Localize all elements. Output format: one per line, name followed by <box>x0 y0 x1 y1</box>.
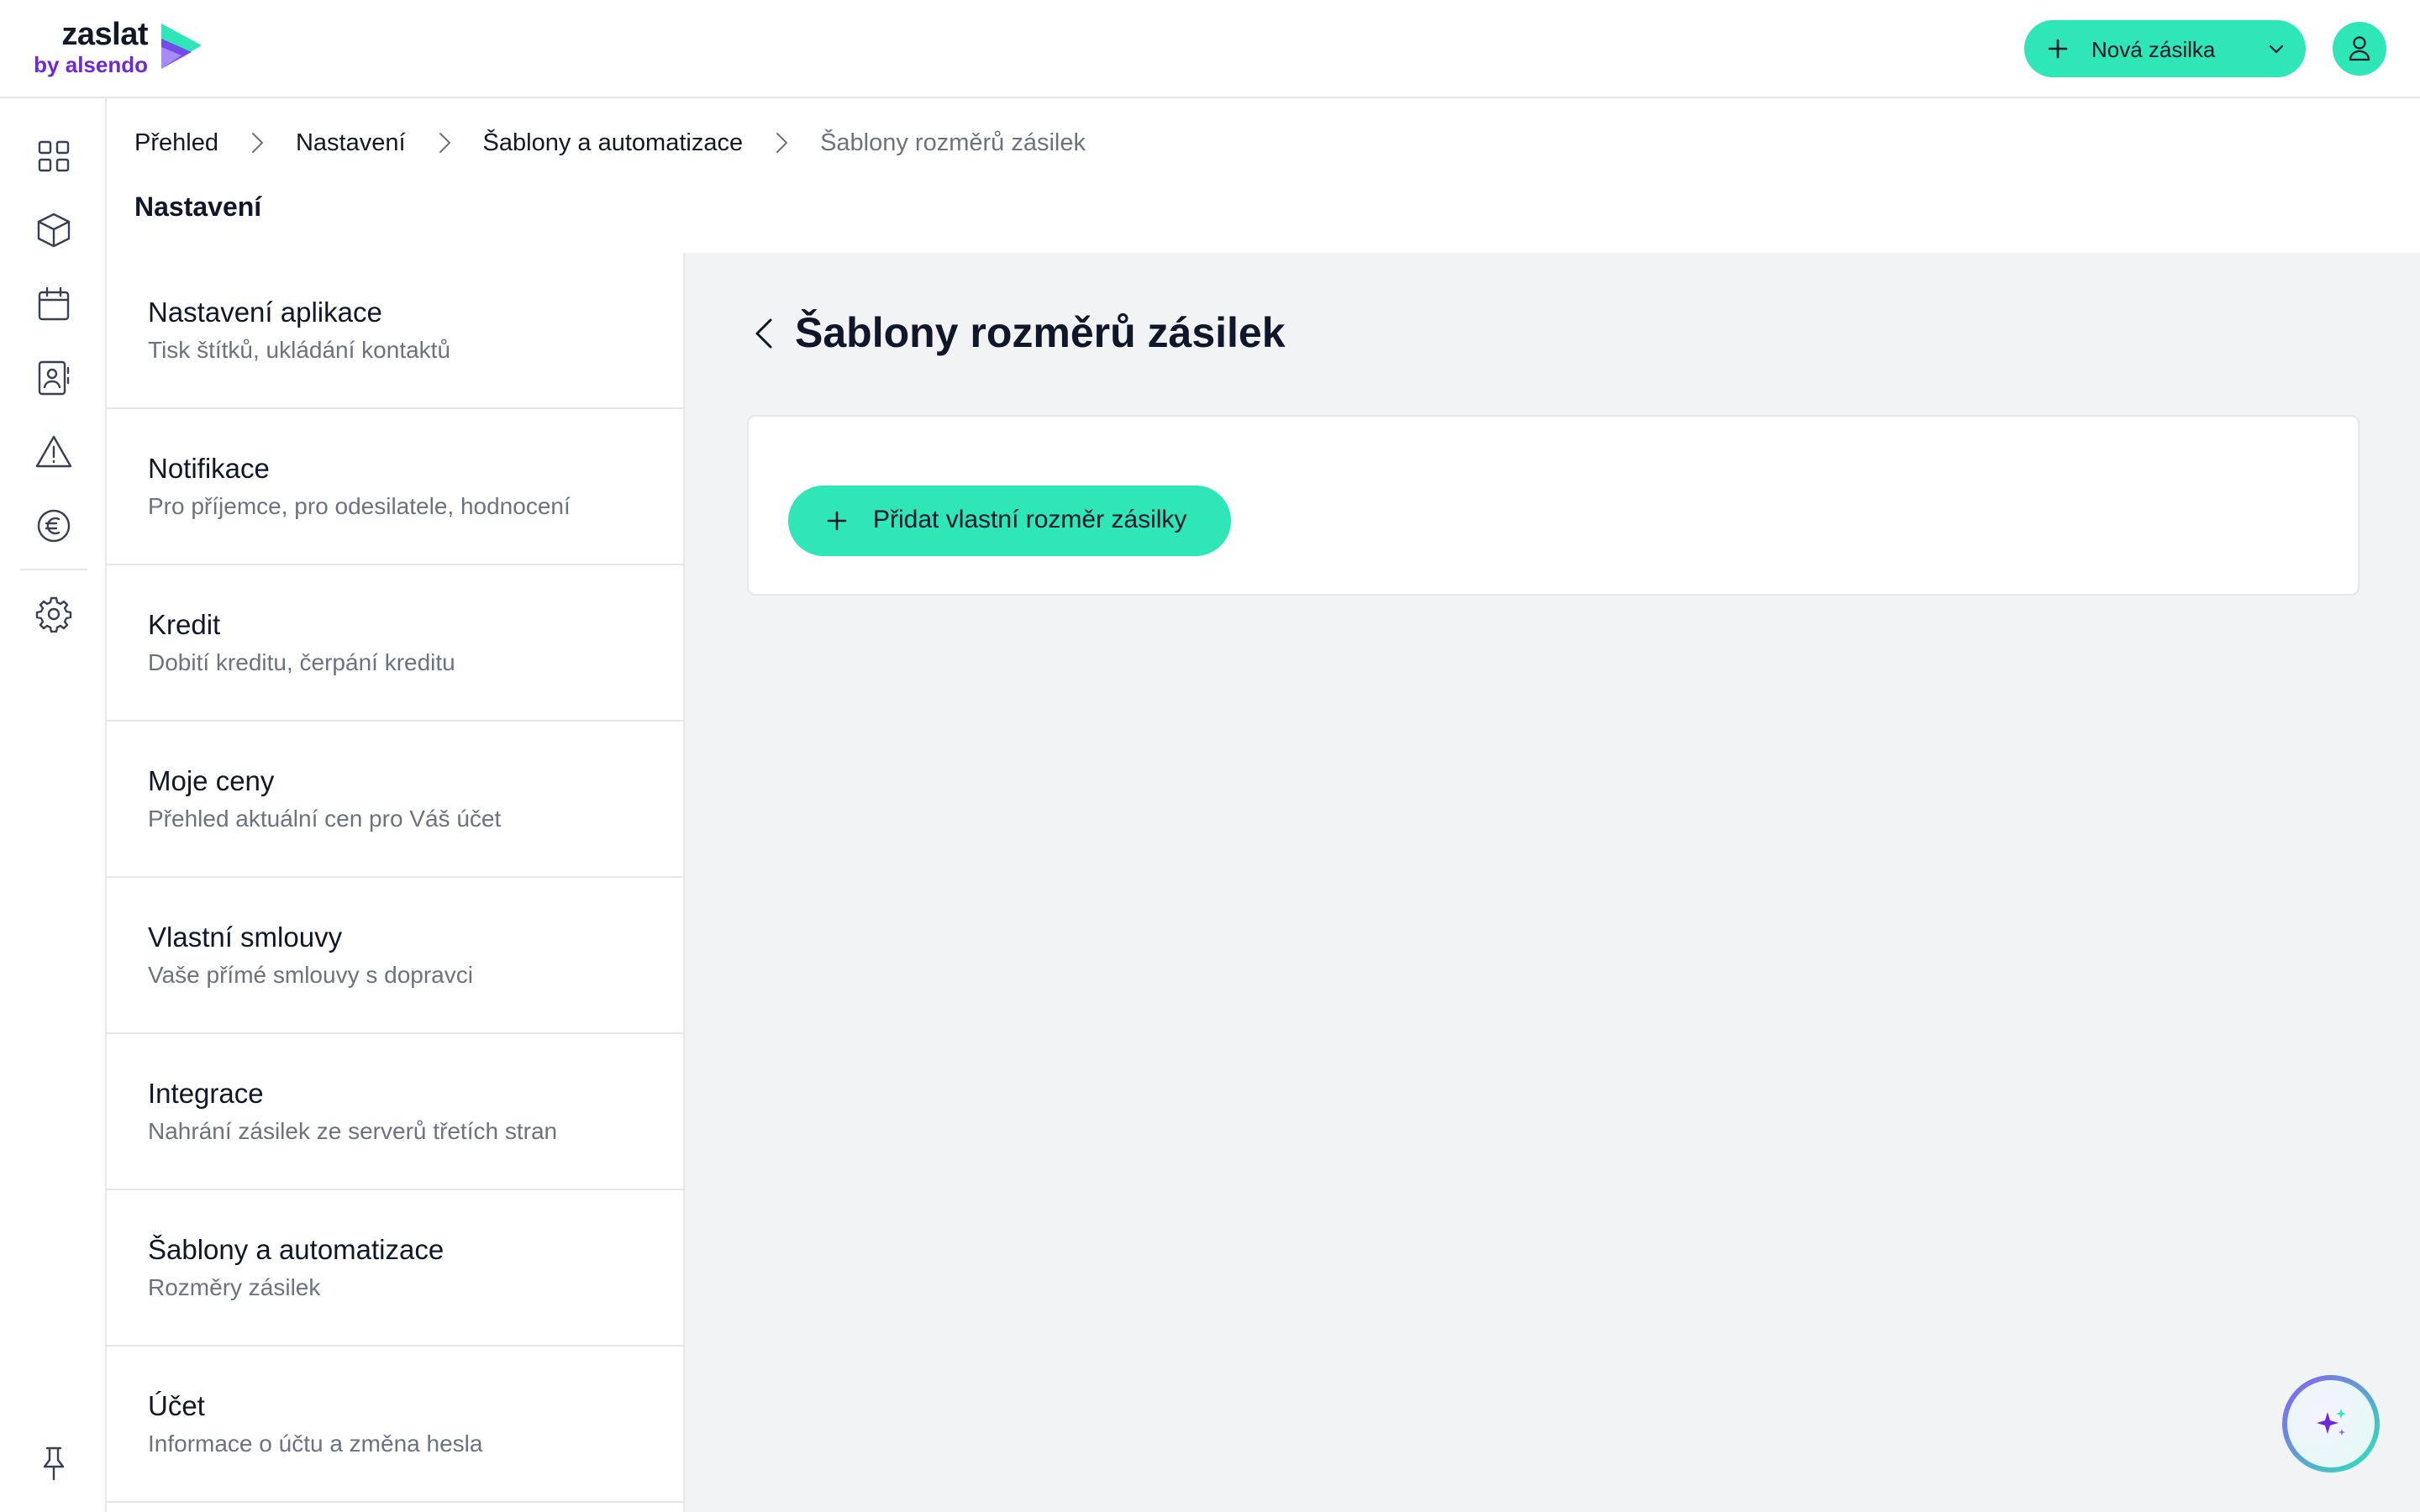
breadcrumb-item-settings[interactable]: Nastavení <box>296 129 406 157</box>
logo-tagline: by alsendo <box>34 52 148 77</box>
settings-item-desc: Pro příjemce, pro odesilatele, hodnocení <box>148 493 571 519</box>
settings-item-prices[interactable]: Moje ceny Přehled aktuální cen pro Váš ú… <box>107 722 683 878</box>
settings-item-account[interactable]: Účet Informace o účtu a změna hesla <box>107 1347 683 1503</box>
top-header: zaslat by alsendo Nová zásilka <box>0 0 2420 98</box>
settings-item-desc: Přehled aktuální cen pro Váš účet <box>148 806 502 832</box>
settings-menu: Nastavení aplikace Tisk štítků, ukládání… <box>107 253 685 1512</box>
settings-item-desc: Rozměry zásilek <box>148 1274 321 1300</box>
sparkle-icon <box>2317 1409 2346 1436</box>
dashboard-icon[interactable] <box>35 138 72 175</box>
euro-icon[interactable] <box>35 507 72 544</box>
breadcrumb-item-overview[interactable]: Přehled <box>134 129 218 157</box>
back-arrow-icon[interactable] <box>752 317 777 350</box>
settings-item-title: Vlastní smlouvy <box>148 921 343 953</box>
chevron-right-icon <box>776 133 788 153</box>
logo[interactable]: zaslat by alsendo <box>32 17 208 77</box>
breadcrumb: Přehled Nastavení Šablony a automatizace… <box>134 126 1086 160</box>
icon-sidebar <box>0 98 107 1512</box>
plus-icon <box>827 511 847 531</box>
settings-item-contracts[interactable]: Vlastní smlouvy Vaše přímé smlouvy s dop… <box>107 878 683 1034</box>
settings-item-title: Účet <box>148 1390 205 1421</box>
templates-card: Přidat vlastní rozměr zásilky <box>747 415 2360 596</box>
chevron-right-icon <box>251 133 263 153</box>
user-icon <box>2349 36 2370 61</box>
calendar-icon[interactable] <box>35 286 72 323</box>
breadcrumb-item-templates[interactable]: Šablony a automatizace <box>483 129 744 157</box>
warning-icon[interactable] <box>35 433 72 470</box>
logo-play-icon <box>161 24 202 69</box>
settings-item-desc: Informace o účtu a změna hesla <box>148 1431 483 1457</box>
settings-item-desc: Tisk štítků, ukládání kontaktů <box>148 337 451 363</box>
settings-item-integrations[interactable]: Integrace Nahrání zásilek ze serverů tře… <box>107 1034 683 1190</box>
settings-item-title: Notifikace <box>148 453 270 484</box>
user-avatar-button[interactable] <box>2333 22 2386 76</box>
settings-item-desc: Vaše přímé smlouvy s dopravci <box>148 962 473 988</box>
settings-item-title: Integrace <box>148 1078 264 1109</box>
settings-item-templates[interactable]: Šablony a automatizace Rozměry zásilek <box>107 1190 683 1347</box>
contacts-icon[interactable] <box>35 360 72 396</box>
new-shipment-label: Nová zásilka <box>2091 37 2216 62</box>
rail-divider <box>20 569 87 570</box>
main-content: Šablony rozměrů zásilek Přidat vlastní r… <box>685 253 2420 1512</box>
settings-item-title: Kredit <box>148 609 221 640</box>
logo-wordmark: zaslat <box>61 17 148 52</box>
page-title: Nastavení <box>134 192 262 222</box>
breadcrumb-item-current: Šablony rozměrů zásilek <box>820 129 1086 156</box>
plus-icon <box>2048 39 2068 59</box>
chevron-right-icon <box>439 133 450 153</box>
settings-item-title: Šablony a automatizace <box>148 1234 445 1265</box>
settings-item-notifications[interactable]: Notifikace Pro příjemce, pro odesilatele… <box>107 409 683 565</box>
section-title: Šablony rozměrů zásilek <box>795 309 1286 356</box>
settings-item-desc: Dobití kreditu, čerpání kreditu <box>148 649 455 675</box>
gear-icon[interactable] <box>35 596 72 633</box>
add-custom-dimension-button[interactable]: Přidat vlastní rozměr zásilky <box>788 486 1231 556</box>
new-shipment-button[interactable]: Nová zásilka <box>2024 20 2306 77</box>
chevron-down-icon[interactable] <box>2268 40 2285 57</box>
settings-item-credit[interactable]: Kredit Dobití kreditu, čerpání kreditu <box>107 565 683 722</box>
add-button-label: Přidat vlastní rozměr zásilky <box>873 506 1187 533</box>
pin-icon[interactable] <box>35 1445 72 1482</box>
settings-item-desc: Nahrání zásilek ze serverů třetích stran <box>148 1118 558 1144</box>
settings-item-title: Nastavení aplikace <box>148 297 382 328</box>
settings-item-app[interactable]: Nastavení aplikace Tisk štítků, ukládání… <box>107 253 683 409</box>
settings-item-title: Moje ceny <box>148 765 275 796</box>
package-icon[interactable] <box>35 212 72 249</box>
ai-assistant-button[interactable] <box>2282 1375 2380 1473</box>
